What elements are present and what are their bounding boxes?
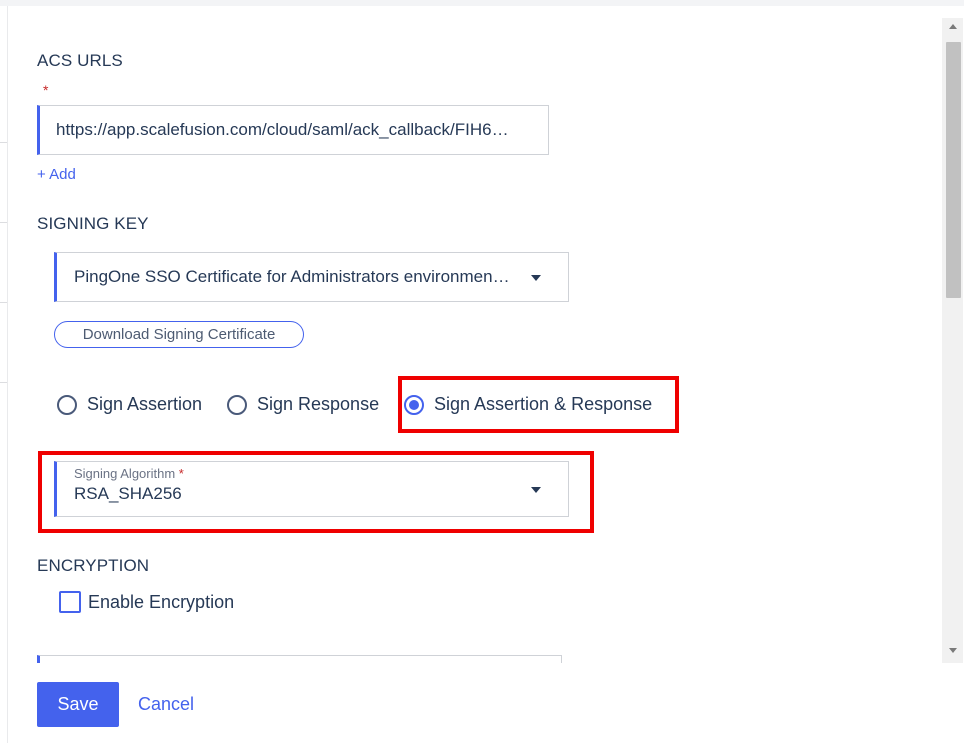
acs-urls-label: ACS URLS <box>37 51 123 70</box>
sign-assertion-and-response-label: Sign Assertion & Response <box>434 394 653 414</box>
signing-algorithm-value: RSA_SHA256 <box>74 484 182 503</box>
left-divider <box>0 302 7 303</box>
scrollbar-thumb[interactable] <box>946 42 961 298</box>
save-button[interactable]: Save <box>37 682 119 727</box>
left-panel-edge <box>0 6 8 743</box>
enable-encryption-label: Enable Encryption <box>88 592 235 612</box>
scroll-down-icon[interactable] <box>949 648 957 653</box>
add-acs-url-link[interactable]: + Add <box>37 166 76 183</box>
signing-algorithm-label: Signing Algorithm * <box>74 466 184 481</box>
sign-assertion-and-response-radio[interactable] <box>404 395 424 415</box>
cancel-button[interactable]: Cancel <box>138 694 194 715</box>
acs-urls-required-marker: * <box>43 82 49 98</box>
left-divider <box>0 222 7 223</box>
signing-key-label: SIGNING KEY <box>37 214 149 233</box>
signing-key-selected-value: PingOne SSO Certificate for Administrato… <box>74 267 510 286</box>
chevron-down-icon <box>531 487 541 493</box>
sign-assertion-radio[interactable] <box>57 395 77 415</box>
chevron-down-icon <box>531 275 541 281</box>
acs-url-value: https://app.scalefusion.com/cloud/saml/a… <box>56 120 509 139</box>
radio-unchecked-icon <box>57 395 77 415</box>
radio-checked-icon <box>404 395 424 415</box>
sign-assertion-label: Sign Assertion <box>87 394 203 414</box>
radio-unchecked-icon <box>227 395 247 415</box>
signing-key-select[interactable]: PingOne SSO Certificate for Administrato… <box>54 252 569 302</box>
acs-url-input[interactable]: https://app.scalefusion.com/cloud/saml/a… <box>37 105 549 155</box>
download-signing-certificate-button[interactable]: Download Signing Certificate <box>54 321 304 348</box>
enable-encryption-checkbox[interactable] <box>59 591 81 613</box>
left-divider <box>0 142 7 143</box>
top-bar <box>0 0 964 6</box>
sign-response-label: Sign Response <box>257 394 380 414</box>
left-divider <box>0 382 7 383</box>
next-field-partial[interactable] <box>37 655 562 663</box>
encryption-label: ENCRYPTION <box>37 556 150 575</box>
sign-response-radio[interactable] <box>227 395 247 415</box>
form-scroll-area[interactable]: ACS URLS * https://app.scalefusion.com/c… <box>8 18 942 663</box>
scroll-up-icon[interactable] <box>949 24 957 29</box>
signing-algorithm-select[interactable]: Signing Algorithm * RSA_SHA256 <box>54 461 569 517</box>
